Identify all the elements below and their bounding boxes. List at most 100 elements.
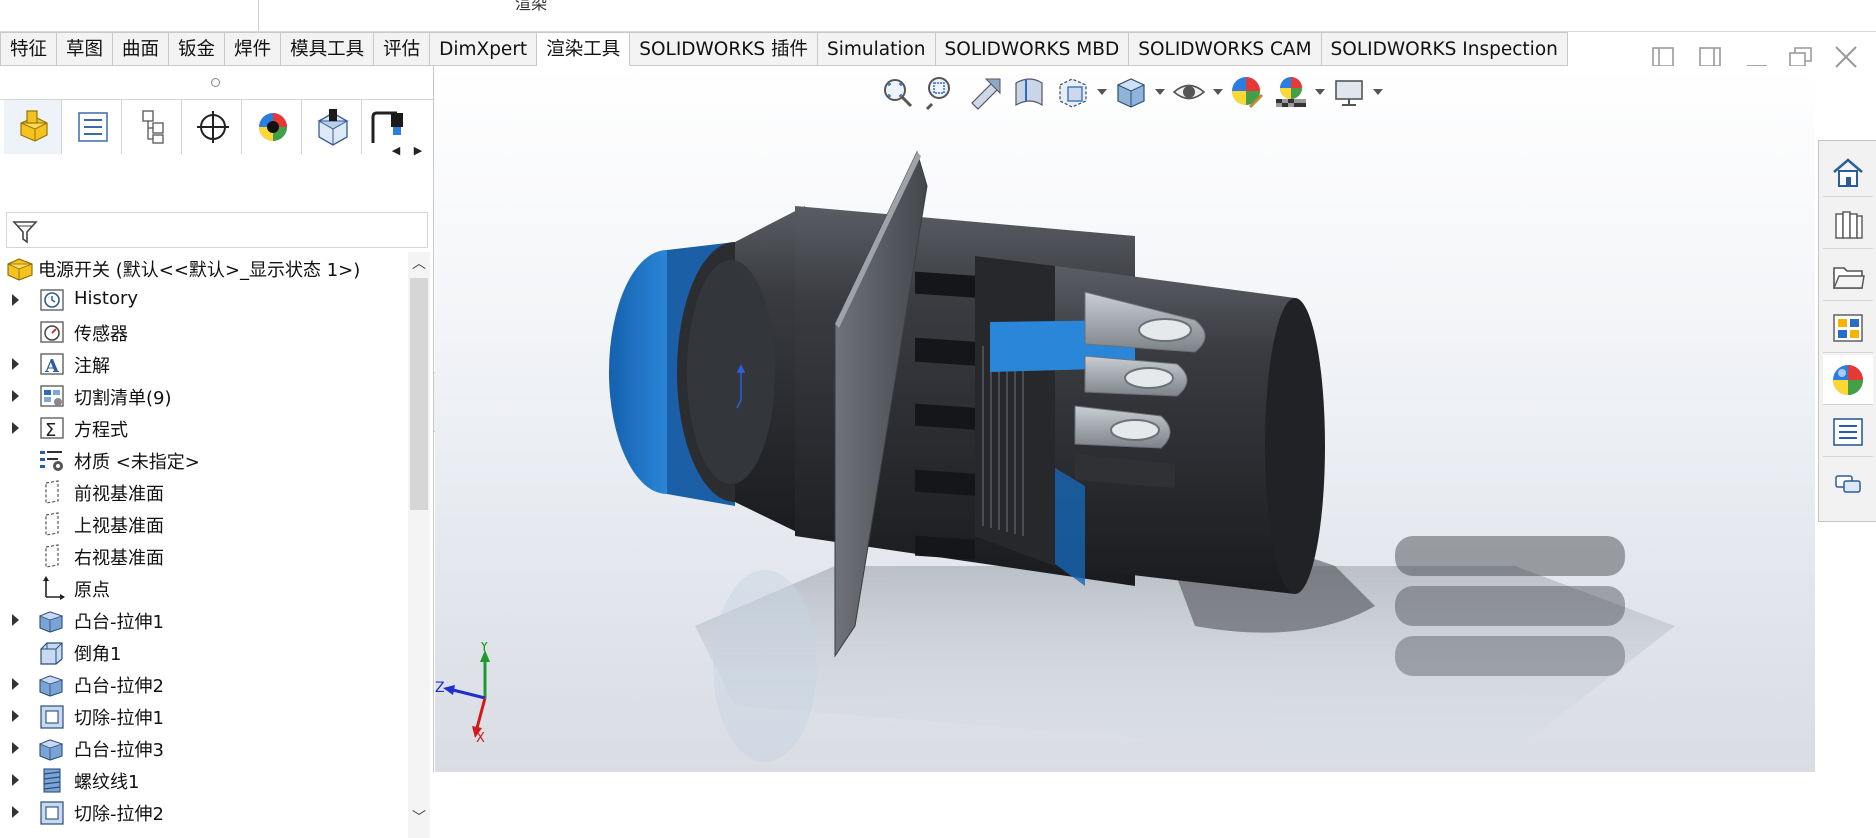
tree-item[interactable]: 传感器: [0, 316, 408, 348]
task-pane: [1818, 140, 1876, 522]
tab-render-tools[interactable]: 渲染工具: [537, 32, 631, 66]
grip-dot: [211, 78, 220, 87]
scroll-down-icon[interactable]: ﹀: [411, 810, 427, 826]
tree-item[interactable]: 凸台-拉伸1: [0, 604, 408, 636]
tree-item[interactable]: 切除-拉伸1: [0, 700, 408, 732]
boss-extrude-icon: [38, 611, 64, 633]
scroll-thumb[interactable]: [410, 278, 428, 510]
tree-item[interactable]: 右视基准面: [0, 540, 408, 572]
close-icon[interactable]: [1831, 42, 1861, 72]
tree-item-label: 原点: [74, 580, 110, 601]
tab-simulation[interactable]: Simulation: [817, 32, 936, 66]
tab-evaluate[interactable]: 评估: [374, 32, 431, 66]
thread-section: [975, 256, 1055, 566]
annotation-icon: A: [40, 353, 64, 377]
tree-item[interactable]: 切割清单(9): [0, 380, 408, 412]
expand-arrow-icon[interactable]: [12, 678, 19, 690]
tree-item[interactable]: Σ 方程式: [0, 412, 408, 444]
tab-surfaces[interactable]: 曲面: [113, 32, 170, 66]
filter-icon[interactable]: [11, 217, 39, 245]
propertymanager-icon[interactable]: [64, 100, 122, 154]
tab-mold-tools[interactable]: 模具工具: [281, 32, 375, 66]
tab-sketch[interactable]: 草图: [57, 32, 114, 66]
tree-root-part[interactable]: 电源开关 (默认<<默认>_显示状态 1>): [0, 252, 408, 284]
tab-solidworks-mbd[interactable]: SOLIDWORKS MBD: [935, 32, 1130, 66]
expand-arrow-icon[interactable]: [12, 614, 19, 626]
appearances-icon[interactable]: [1823, 355, 1873, 405]
panel-grip[interactable]: [0, 66, 433, 100]
tree-item-label: History: [74, 288, 139, 309]
plane-icon: [45, 512, 59, 536]
tab-dimxpert[interactable]: DimXpert: [430, 32, 538, 66]
view-palette-icon[interactable]: [1823, 303, 1873, 353]
window-title: 渲染: [515, 0, 548, 13]
sensor-icon: [40, 321, 64, 343]
thread-icon: [43, 768, 61, 793]
tree-item[interactable]: 材质 <未指定>: [0, 444, 408, 476]
tab-solidworks-inspection[interactable]: SOLIDWORKS Inspection: [1321, 32, 1568, 66]
tree-item[interactable]: 凸台-拉伸2: [0, 668, 408, 700]
expand-arrow-icon[interactable]: [12, 806, 19, 818]
tree-item[interactable]: 倒角1: [0, 636, 408, 668]
home-icon[interactable]: [1823, 147, 1873, 197]
top-strip: 渲染: [0, 0, 1876, 32]
cutlist-icon: [40, 385, 64, 407]
tree-scrollbar[interactable]: ︿ ﹀: [408, 252, 430, 838]
custom-properties-icon[interactable]: [1823, 407, 1873, 457]
tree-item[interactable]: 前视基准面: [0, 476, 408, 508]
plane-icon: [45, 480, 59, 504]
tree-item-label: 右视基准面: [74, 548, 164, 569]
graphics-area[interactable]: Y Z X: [435, 66, 1815, 772]
cam-feature-tree-icon[interactable]: [304, 100, 362, 154]
tabs-scroll-left-icon[interactable]: ◀: [388, 136, 404, 164]
tree-item[interactable]: 原点: [0, 572, 408, 604]
tree-item[interactable]: A 注解: [0, 348, 408, 380]
toolbar-separator: [258, 0, 259, 32]
boss-extrude-icon: [38, 675, 64, 697]
file-explorer-icon[interactable]: [1823, 251, 1873, 301]
expand-arrow-icon[interactable]: [12, 742, 19, 754]
expand-arrow-icon[interactable]: [12, 774, 19, 786]
tab-weldments[interactable]: 焊件: [225, 32, 282, 66]
tree-item[interactable]: 切除-拉伸2: [0, 796, 408, 828]
tree-item-label: 凸台-拉伸2: [74, 676, 164, 697]
cut-extrude-icon: [40, 801, 64, 825]
tree-item-label: 切割清单(9): [74, 388, 172, 409]
tree-item[interactable]: History: [0, 284, 408, 316]
expand-arrow-icon[interactable]: [12, 390, 19, 402]
expand-arrow-icon[interactable]: [12, 358, 19, 370]
tab-sheet-metal[interactable]: 钣金: [169, 32, 226, 66]
tree-item-label: 方程式: [74, 420, 128, 441]
dimxpertmanager-icon[interactable]: [184, 100, 242, 154]
scroll-up-icon[interactable]: ︿: [411, 256, 427, 272]
expand-arrow-icon[interactable]: [12, 422, 19, 434]
tree-item[interactable]: 螺纹线1: [0, 764, 408, 796]
tree-item-label: 传感器: [74, 324, 128, 345]
feature-manager-panel: ◀ ▶ 电源开关 (默认<<默认>_显示状态 1>) History 传感器 A 注解…: [0, 66, 434, 838]
tree-item-label: 切除-拉伸2: [74, 804, 164, 825]
tree-filter-bar[interactable]: [6, 212, 428, 248]
tab-features[interactable]: 特征: [0, 32, 58, 66]
axis-triad: Y Z X: [435, 642, 490, 742]
tree-item[interactable]: 凸台-拉伸3: [0, 732, 408, 764]
feature-tree: 电源开关 (默认<<默认>_显示状态 1>) History 传感器 A 注解切割清单…: [0, 252, 410, 838]
boss-extrude-icon: [38, 739, 64, 761]
tab-solidworks-addins[interactable]: SOLIDWORKS 插件: [630, 32, 818, 66]
design-library-icon[interactable]: [1823, 199, 1873, 249]
forum-icon[interactable]: [1823, 459, 1873, 509]
tab-solidworks-cam[interactable]: SOLIDWORKS CAM: [1129, 32, 1322, 66]
tree-item-label: 倒角1: [74, 644, 122, 665]
tree-root-label: 电源开关 (默认<<默认>_显示状态 1>): [38, 260, 361, 281]
featuremanager-icon[interactable]: [4, 100, 62, 154]
tree-item-label: 凸台-拉伸3: [74, 740, 164, 761]
history-icon: [40, 289, 64, 311]
tree-item[interactable]: 上视基准面: [0, 508, 408, 540]
tabs-scroll-right-icon[interactable]: ▶: [410, 136, 426, 164]
material-icon: [40, 451, 63, 471]
svg-text:A: A: [44, 356, 60, 377]
expand-arrow-icon[interactable]: [12, 710, 19, 722]
displaymanager-icon[interactable]: [244, 100, 302, 154]
configurationmanager-icon[interactable]: [124, 100, 182, 154]
model-render[interactable]: [435, 66, 1815, 772]
expand-arrow-icon[interactable]: [12, 294, 19, 306]
